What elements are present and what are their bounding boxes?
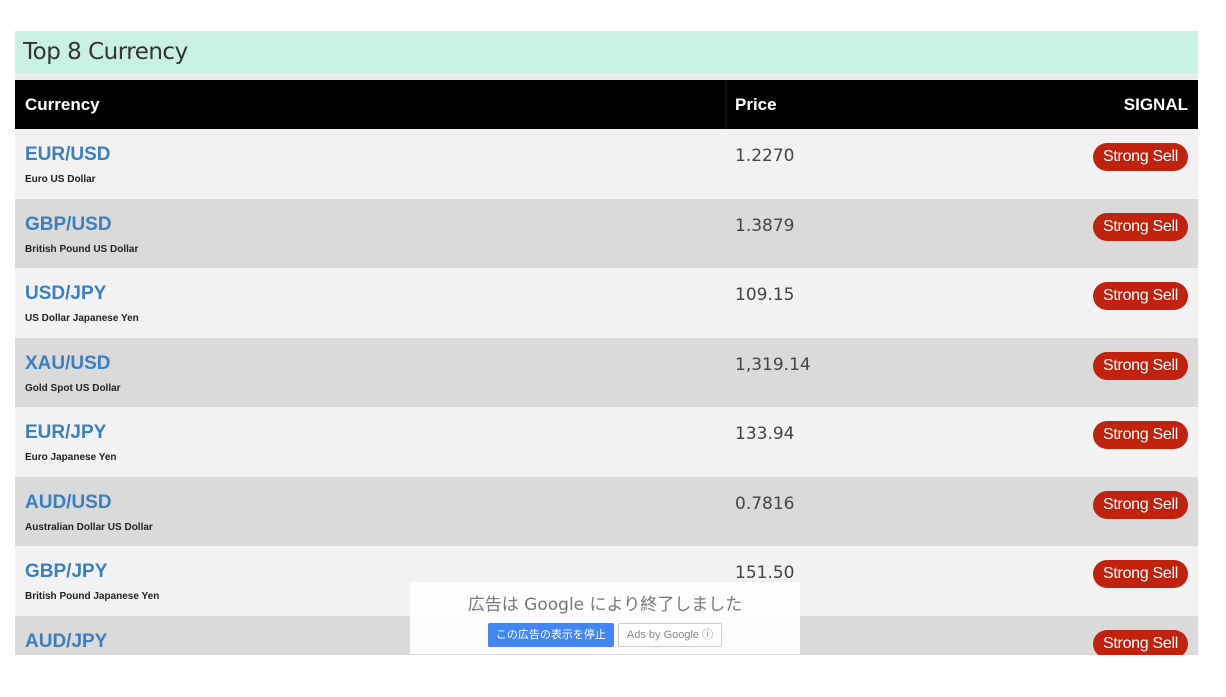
header-currency: Currency — [25, 95, 100, 114]
signal-badge: Strong Sell — [1093, 282, 1188, 310]
currency-pair-name: US Dollar Japanese Yen — [25, 313, 139, 324]
currency-pair-name: Euro Japanese Yen — [25, 452, 117, 463]
currency-pair-link[interactable]: AUD/USD — [25, 492, 112, 514]
currency-pair-link[interactable]: GBP/USD — [25, 214, 112, 236]
ad-buttons: この広告の表示を停止 Ads by Google ⓘ — [410, 623, 800, 647]
currency-pair-name: Euro US Dollar — [25, 174, 96, 185]
currency-widget: Top 8 Currency Currency Price SIGNAL EUR… — [15, 31, 1198, 655]
header-signal: SIGNAL — [1123, 95, 1188, 114]
currency-pair-link[interactable]: AUD/JPY — [25, 631, 107, 653]
ads-by-google-button[interactable]: Ads by Google ⓘ — [617, 623, 723, 647]
signal-badge: Strong Sell — [1093, 212, 1188, 241]
table-row: AUD/USD Australian Dollar US Dollar 0.78… — [15, 476, 1198, 546]
currency-pair-name: Gold Spot US Dollar — [25, 382, 121, 394]
table-row: GBP/USD British Pound US Dollar 1.3879 S… — [15, 198, 1198, 268]
currency-price: 1.3879 — [735, 215, 795, 236]
table-row: XAU/USD Gold Spot US Dollar 1,319.14 Str… — [15, 337, 1198, 407]
signal-badge: Strong Sell — [1093, 351, 1188, 380]
ad-closed-overlay: 広告は Google により終了しました この広告の表示を停止 Ads by G… — [410, 582, 800, 654]
currency-pair-name: British Pound US Dollar — [25, 243, 139, 255]
currency-pair-name: British Pound Japanese Yen — [25, 591, 160, 602]
table-row: EUR/USD Euro US Dollar 1.2270 Strong Sel… — [15, 129, 1198, 199]
header-divider — [725, 80, 727, 129]
currency-pair-link[interactable]: EUR/JPY — [25, 422, 106, 444]
signal-badge: Strong Sell — [1093, 421, 1188, 449]
currency-price: 1,319.14 — [735, 354, 811, 375]
currency-price: 133.94 — [735, 424, 795, 444]
signal-badge: Strong Sell — [1093, 490, 1188, 519]
currency-price: 1.2270 — [735, 146, 795, 166]
title-divider — [15, 73, 1198, 80]
currency-pair-name: Australian Dollar US Dollar — [25, 521, 153, 533]
currency-pair-link[interactable]: XAU/USD — [25, 353, 111, 375]
table-row: EUR/JPY Euro Japanese Yen 133.94 Strong … — [15, 407, 1198, 477]
currency-pair-link[interactable]: USD/JPY — [25, 283, 106, 305]
currency-price: 0.7816 — [735, 493, 795, 514]
header-price: Price — [735, 95, 777, 114]
signal-badge: Strong Sell — [1093, 560, 1188, 588]
currency-pair-link[interactable]: EUR/USD — [25, 144, 111, 166]
widget-title: Top 8 Currency — [15, 31, 1198, 73]
table-row: USD/JPY US Dollar Japanese Yen 109.15 St… — [15, 268, 1198, 338]
stop-ad-button[interactable]: この広告の表示を停止 — [487, 623, 614, 647]
currency-price: 109.15 — [735, 285, 795, 305]
currency-pair-link[interactable]: GBP/JPY — [25, 561, 107, 583]
ad-closed-message: 広告は Google により終了しました — [467, 595, 743, 615]
signal-badge: Strong Sell — [1093, 629, 1188, 655]
currency-price: 151.50 — [735, 563, 795, 583]
table-header: Currency Price SIGNAL — [15, 80, 1198, 129]
signal-badge: Strong Sell — [1093, 143, 1188, 171]
